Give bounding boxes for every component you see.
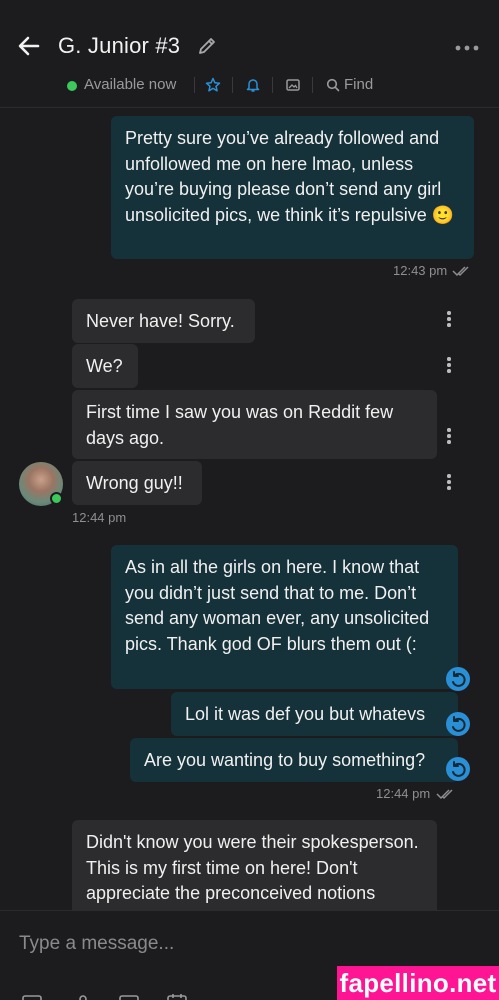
vault-icon[interactable] (118, 993, 140, 1000)
outgoing-message[interactable]: Are you wanting to buy something? (130, 738, 458, 782)
edit-pencil-icon[interactable] (197, 36, 217, 56)
outgoing-message[interactable]: Pretty sure you’ve already followed and … (111, 116, 474, 259)
double-check-icon (436, 789, 453, 800)
incoming-message[interactable]: First time I saw you was on Reddit few d… (72, 390, 437, 459)
message-input[interactable]: Type a message... (19, 933, 319, 955)
calendar-icon[interactable] (166, 993, 188, 1000)
undo-icon[interactable] (446, 757, 470, 781)
divider (194, 77, 195, 93)
more-horizontal-icon[interactable] (455, 44, 479, 52)
online-status-dot (67, 81, 77, 91)
attachment-icon[interactable] (72, 993, 94, 1000)
chat-subbar: Available now Find (0, 74, 499, 96)
incoming-message[interactable]: Didn't know you were their spokesper­son… (72, 820, 437, 920)
back-arrow-icon[interactable] (16, 33, 42, 59)
image-icon[interactable] (285, 77, 301, 93)
divider (312, 77, 313, 93)
divider (272, 77, 273, 93)
message-menu-kebab-icon[interactable] (446, 311, 452, 329)
message-menu-kebab-icon[interactable] (446, 428, 452, 446)
star-icon[interactable] (205, 77, 221, 93)
message-menu-kebab-icon[interactable] (446, 357, 452, 375)
message-timestamp: 12:43 pm (393, 263, 448, 278)
outgoing-message[interactable]: Lol it was def you but whatevs (171, 692, 458, 736)
online-status-dot (50, 492, 63, 505)
watermark-logo: fapellino.net (337, 966, 499, 1000)
incoming-message[interactable]: Never have! Sorry. (72, 299, 255, 343)
find-button[interactable]: Find (344, 76, 373, 93)
undo-icon[interactable] (446, 712, 470, 736)
incoming-message[interactable]: Wrong guy!! (72, 461, 202, 505)
search-icon[interactable] (325, 77, 341, 93)
media-icon[interactable] (21, 993, 43, 1000)
chat-header: G. Junior #3 Available now Find (0, 0, 499, 108)
message-timestamp: 12:44 pm (376, 786, 431, 801)
divider (232, 77, 233, 93)
message-menu-kebab-icon[interactable] (446, 474, 452, 492)
double-check-icon (452, 266, 469, 277)
chat-screen: G. Junior #3 Available now Find Pretty s… (0, 0, 499, 1000)
undo-icon[interactable] (446, 667, 470, 691)
incoming-message[interactable]: We? (72, 344, 138, 388)
availability-status: Available now (84, 76, 177, 93)
chat-title[interactable]: G. Junior #3 (58, 33, 180, 59)
outgoing-message[interactable]: As in all the girls on here. I know that… (111, 545, 458, 689)
bell-icon[interactable] (245, 77, 261, 93)
message-timestamp: 12:44 pm (72, 510, 127, 525)
